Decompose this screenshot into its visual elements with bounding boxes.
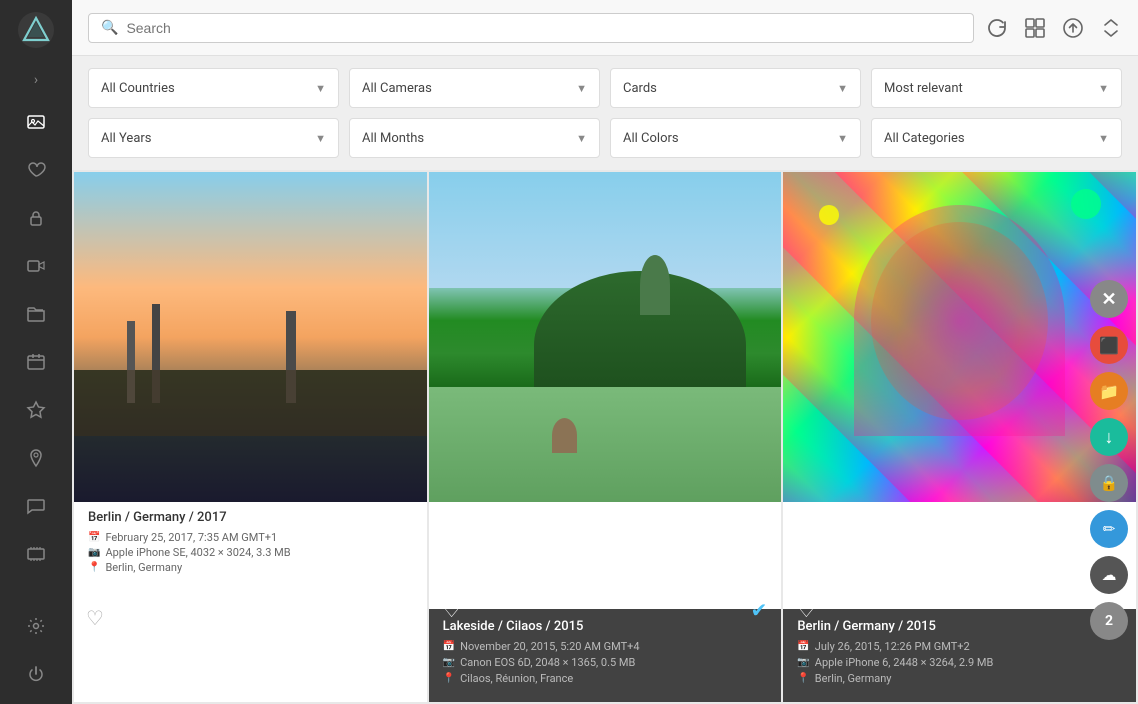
- chevron-down-icon: ▼: [576, 132, 587, 145]
- location-icon: 📍: [88, 562, 100, 573]
- filter-relevance[interactable]: Most relevant ▼: [871, 68, 1122, 108]
- number-badge[interactable]: 2: [1090, 602, 1128, 640]
- photo-image-3: [783, 172, 1136, 502]
- photo-check-2[interactable]: ✔: [751, 598, 768, 622]
- action-panel: ✕ ⬛ 📁 ↓ 🔒 ✏ ☁ 2: [1090, 280, 1128, 640]
- close-icon: ✕: [1101, 289, 1116, 310]
- location-icon: 📍: [443, 673, 455, 684]
- cloud-icon: ☁: [1102, 566, 1117, 584]
- cloud-action-button[interactable]: ☁: [1090, 556, 1128, 594]
- chevron-down-icon: ▼: [837, 132, 848, 145]
- collapse-button[interactable]: [1100, 17, 1122, 39]
- calendar-icon: 📅: [88, 532, 100, 543]
- edit-icon: ✏: [1103, 520, 1116, 538]
- download-action-button[interactable]: ↓: [1090, 418, 1128, 456]
- sidebar-item-lock[interactable]: [14, 196, 58, 240]
- badge-number: 2: [1105, 613, 1113, 629]
- camera-icon: 📷: [88, 547, 100, 558]
- main-content: 🔍 All Countries ▼ All Cameras ▼: [72, 0, 1138, 704]
- photo-title-1: Berlin / Germany / 2017: [88, 510, 413, 525]
- chevron-down-icon: ▼: [576, 82, 587, 95]
- photo-card-2[interactable]: ♡ ✔ Lakeside / Cilaos / 2015 📅 November …: [429, 172, 782, 702]
- filter-months[interactable]: All Months ▼: [349, 118, 600, 158]
- photo-heart-1[interactable]: ♡: [86, 606, 104, 630]
- photo-grid: ♡ Berlin / Germany / 2017 📅 February 25,…: [72, 170, 1138, 704]
- camera-icon: 📷: [443, 657, 455, 668]
- filter-years[interactable]: All Years ▼: [88, 118, 339, 158]
- search-icon: 🔍: [101, 20, 118, 36]
- sidebar: ›: [0, 0, 72, 704]
- app-logo[interactable]: [14, 8, 58, 52]
- photo-info-1: Berlin / Germany / 2017 📅 February 25, 2…: [74, 502, 427, 588]
- lock-icon: 🔒: [1100, 474, 1119, 492]
- sidebar-item-chat[interactable]: [14, 484, 58, 528]
- photo-overlay-2: Lakeside / Cilaos / 2015 📅 November 20, …: [429, 609, 782, 702]
- photo-title-2: Lakeside / Cilaos / 2015: [443, 619, 768, 634]
- crop-action-button[interactable]: ⬛: [1090, 326, 1128, 364]
- sidebar-item-power[interactable]: [14, 652, 58, 696]
- folder-action-button[interactable]: 📁: [1090, 372, 1128, 410]
- sidebar-expand[interactable]: ›: [14, 64, 58, 96]
- sidebar-item-video[interactable]: [14, 244, 58, 288]
- photo-image-1: [74, 172, 427, 502]
- calendar-icon: 📅: [443, 641, 455, 652]
- sidebar-item-location[interactable]: [14, 436, 58, 480]
- header-actions: [986, 17, 1122, 39]
- camera-icon: 📷: [797, 657, 809, 668]
- photo-title-3: Berlin / Germany / 2015: [797, 619, 1122, 634]
- photo-heart-2[interactable]: ♡: [443, 598, 461, 622]
- sidebar-bottom: [14, 604, 58, 696]
- sidebar-item-settings[interactable]: [14, 604, 58, 648]
- chevron-down-icon: ▼: [315, 82, 326, 95]
- folder-icon: 📁: [1099, 382, 1119, 401]
- sidebar-item-filmstrip[interactable]: [14, 532, 58, 576]
- sidebar-item-favorites[interactable]: [14, 148, 58, 192]
- filter-cards[interactable]: Cards ▼: [610, 68, 861, 108]
- sidebar-item-folder[interactable]: [14, 292, 58, 336]
- filter-cameras[interactable]: All Cameras ▼: [349, 68, 600, 108]
- crop-icon: ⬛: [1099, 336, 1119, 355]
- sidebar-item-calendar[interactable]: [14, 340, 58, 384]
- filters: All Countries ▼ All Cameras ▼ Cards ▼ Mo…: [72, 56, 1138, 170]
- sidebar-item-star[interactable]: [14, 388, 58, 432]
- upload-button[interactable]: [1062, 17, 1084, 39]
- chevron-down-icon: ▼: [837, 82, 848, 95]
- sidebar-item-photos[interactable]: [14, 100, 58, 144]
- photo-overlay-3: Berlin / Germany / 2015 📅 July 26, 2015,…: [783, 609, 1136, 702]
- photo-image-2: [429, 172, 782, 502]
- refresh-button[interactable]: [986, 17, 1008, 39]
- search-bar[interactable]: 🔍: [88, 13, 974, 43]
- location-icon: 📍: [797, 673, 809, 684]
- calendar-icon: 📅: [797, 641, 809, 652]
- grid-button[interactable]: [1024, 17, 1046, 39]
- filter-colors[interactable]: All Colors ▼: [610, 118, 861, 158]
- close-action-button[interactable]: ✕: [1090, 280, 1128, 318]
- lock-action-button[interactable]: 🔒: [1090, 464, 1128, 502]
- search-input[interactable]: [126, 20, 961, 36]
- chevron-down-icon: ▼: [1098, 132, 1109, 145]
- filter-countries[interactable]: All Countries ▼: [88, 68, 339, 108]
- chevron-down-icon: ▼: [315, 132, 326, 145]
- photo-card-3[interactable]: ♡ Berlin / Germany / 2015 📅 July 26, 201…: [783, 172, 1136, 702]
- edit-action-button[interactable]: ✏: [1090, 510, 1128, 548]
- photo-heart-3[interactable]: ♡: [797, 598, 815, 622]
- photo-card-1[interactable]: ♡ Berlin / Germany / 2017 📅 February 25,…: [74, 172, 427, 702]
- download-icon: ↓: [1105, 427, 1114, 448]
- header: 🔍: [72, 0, 1138, 56]
- chevron-down-icon: ▼: [1098, 82, 1109, 95]
- filter-categories[interactable]: All Categories ▼: [871, 118, 1122, 158]
